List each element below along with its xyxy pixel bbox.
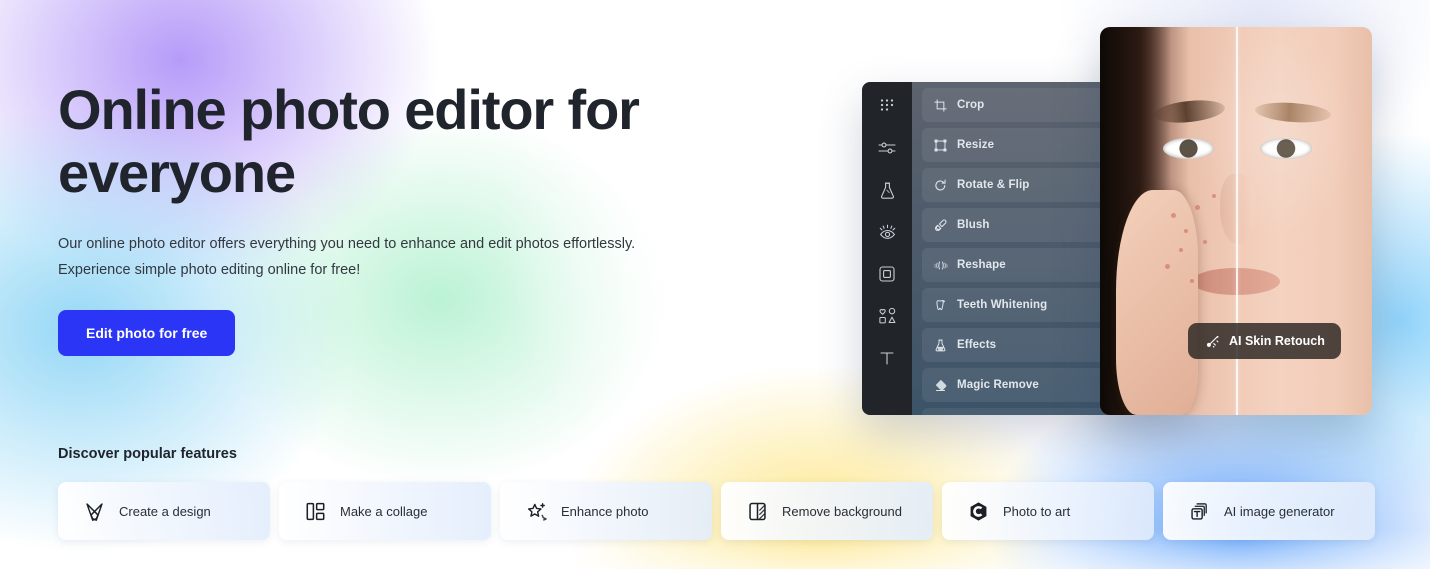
menu-item-label: Magic Remove — [957, 379, 1039, 391]
hero-subtitle: Our online photo editor offers everythin… — [58, 231, 698, 285]
enhance-photo-icon — [525, 500, 547, 522]
crop-icon — [933, 98, 948, 113]
landing-page: Online photo editor for everyone Our onl… — [0, 0, 1430, 569]
photo-brow-right — [1254, 100, 1332, 125]
eye-beauty-icon[interactable] — [875, 220, 899, 244]
feature-card-photo-to-art[interactable]: Photo to art — [942, 482, 1154, 540]
menu-item-label: Rotate & Flip — [957, 179, 1030, 191]
feature-card-label: AI image generator — [1224, 503, 1335, 519]
menu-item-label: Reshape — [957, 259, 1006, 271]
ai-skin-retouch-badge[interactable]: AI Skin Retouch — [1188, 323, 1341, 359]
menu-item-label: Teeth Whitening — [957, 299, 1048, 311]
feature-cards-row: Create a design Make a collage Enhance p… — [58, 482, 1375, 540]
create-design-icon — [83, 500, 105, 522]
reshape-icon — [933, 258, 948, 273]
adjust-sliders-icon[interactable] — [875, 136, 899, 160]
photo-blemish — [1170, 213, 1176, 219]
editor-tool-rail — [862, 82, 912, 415]
feature-card-ai-image-generator[interactable]: AI image generator — [1163, 482, 1375, 540]
photo-blemish — [1195, 205, 1201, 211]
menu-item-label: Resize — [957, 139, 995, 151]
feature-card-label: Create a design — [119, 503, 211, 519]
feature-card-remove-background[interactable]: Remove background — [721, 482, 933, 540]
discover-features-title: Discover popular features — [58, 446, 237, 462]
feature-card-label: Make a collage — [340, 503, 428, 519]
apps-grid-icon[interactable] — [875, 94, 899, 118]
before-after-photo: AI Skin Retouch — [1100, 27, 1372, 415]
feature-card-enhance-photo[interactable]: Enhance photo — [500, 482, 712, 540]
hero-section: Online photo editor for everyone Our onl… — [58, 78, 698, 357]
tooth-icon — [933, 298, 948, 313]
photo-eye-left — [1162, 137, 1215, 160]
retouch-flask-icon[interactable] — [875, 178, 899, 202]
rotate-icon — [933, 178, 948, 193]
blush-icon — [933, 218, 948, 233]
hero-subtitle-line-1: Our online photo editor offers everythin… — [58, 235, 636, 252]
feature-card-create-a-design[interactable]: Create a design — [58, 482, 270, 540]
feature-card-label: Enhance photo — [561, 503, 649, 519]
edit-photo-for-free-button[interactable]: Edit photo for free — [58, 310, 236, 357]
photo-eye-right — [1260, 137, 1313, 160]
magic-remove-icon — [933, 378, 948, 393]
frame-icon[interactable] — [875, 262, 899, 286]
photo-blemish — [1189, 279, 1194, 284]
photo-hand — [1116, 189, 1198, 415]
photo-to-art-icon — [967, 500, 989, 522]
ai-sparkle-icon — [1204, 333, 1220, 349]
feature-card-label: Remove background — [782, 503, 902, 519]
photo-blemish — [1203, 240, 1208, 245]
ai-skin-retouch-label: AI Skin Retouch — [1229, 334, 1325, 348]
shapes-icon[interactable] — [875, 304, 899, 328]
feature-card-make-a-collage[interactable]: Make a collage — [279, 482, 491, 540]
page-title: Online photo editor for everyone — [58, 78, 640, 205]
menu-item-label: Crop — [957, 99, 985, 111]
menu-item-label: Blush — [957, 219, 990, 231]
hero-subtitle-line-2: Experience simple photo editing online f… — [58, 262, 361, 279]
effects-icon — [933, 338, 948, 353]
photo-blemish — [1178, 248, 1183, 253]
photo-blemish — [1211, 193, 1216, 198]
menu-item-label: Effects — [957, 339, 997, 351]
remove-background-icon — [746, 500, 768, 522]
feature-card-label: Photo to art — [1003, 503, 1071, 519]
collage-icon — [304, 500, 326, 522]
photo-blemish — [1165, 263, 1171, 269]
resize-icon — [933, 138, 948, 153]
text-tool-icon[interactable] — [875, 346, 899, 370]
ai-image-generator-icon — [1188, 500, 1210, 522]
